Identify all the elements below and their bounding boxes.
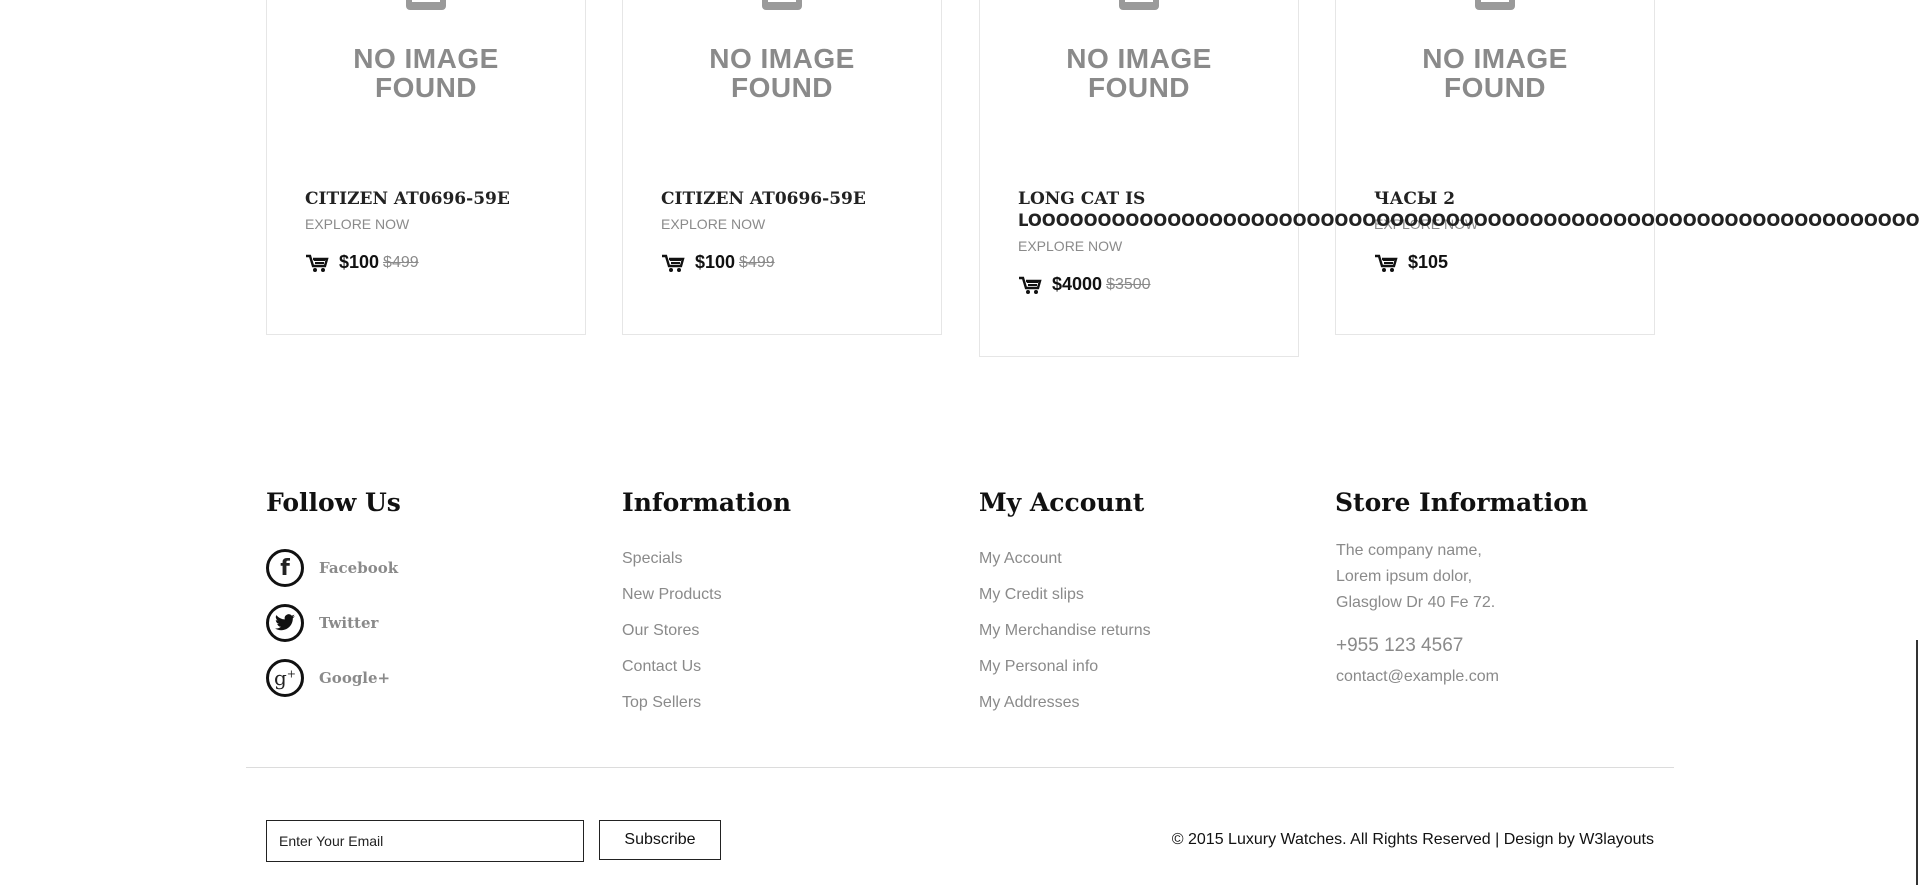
product-card-2[interactable]: NO IMAGE FOUND CITIZEN AT0696-59E EXPLORE… xyxy=(622,0,942,335)
product-title[interactable]: CITIZEN AT0696-59E xyxy=(305,188,510,210)
scrollbar-thumb[interactable] xyxy=(1916,640,1918,885)
store-address-line: Lorem ipsum dolor, xyxy=(1336,568,1473,585)
email-input[interactable] xyxy=(266,820,584,862)
my-account-heading: My Account xyxy=(979,488,1145,517)
price: $100 xyxy=(339,252,380,272)
link-our-stores[interactable]: Our Stores xyxy=(622,622,699,640)
cart-icon[interactable] xyxy=(305,253,329,273)
cart-icon[interactable] xyxy=(1018,275,1042,295)
price-row: $4000 $3500 xyxy=(1018,274,1151,295)
no-image-icon xyxy=(1475,0,1515,10)
social-google-plus[interactable]: g+ Google+ xyxy=(266,659,390,697)
old-price: $3500 xyxy=(1106,275,1151,293)
price: $4000 xyxy=(1052,274,1103,294)
price: $100 xyxy=(695,252,736,272)
google-plus-label: Google+ xyxy=(319,669,391,687)
price: $105 xyxy=(1408,252,1449,272)
old-price: $499 xyxy=(383,253,419,271)
twitter-label: Twitter xyxy=(319,614,379,632)
twitter-icon xyxy=(266,604,304,642)
link-top-sellers[interactable]: Top Sellers xyxy=(622,694,701,712)
no-image-text: NO IMAGE FOUND xyxy=(709,43,855,103)
link-specials[interactable]: Specials xyxy=(622,550,682,568)
no-image-placeholder[interactable]: NO IMAGE FOUND xyxy=(1336,0,1654,130)
facebook-icon: f xyxy=(266,549,304,587)
information-heading: Information xyxy=(622,488,792,517)
link-new-products[interactable]: New Products xyxy=(622,586,722,604)
product-title[interactable]: CITIZEN AT0696-59E xyxy=(661,188,866,210)
cart-icon[interactable] xyxy=(661,253,685,273)
store-phone: +955 123 4567 xyxy=(1336,635,1464,656)
copyright-text: © 2015 Luxury Watches. All Rights Reserv… xyxy=(1171,831,1654,848)
social-facebook[interactable]: f Facebook xyxy=(266,549,398,587)
explore-now-link[interactable]: EXPLORE NOW xyxy=(1018,238,1122,254)
link-personal-info[interactable]: My Personal info xyxy=(979,658,1098,676)
subscribe-button[interactable]: Subscribe xyxy=(599,820,721,860)
link-merchandise-returns[interactable]: My Merchandise returns xyxy=(979,622,1151,640)
follow-us-heading: Follow Us xyxy=(266,488,401,517)
footer-divider xyxy=(246,767,1674,768)
no-image-text: NO IMAGE FOUND xyxy=(1422,43,1568,103)
link-my-credit-slips[interactable]: My Credit slips xyxy=(979,586,1084,604)
no-image-placeholder[interactable]: NO IMAGE FOUND xyxy=(267,0,585,130)
product-card-1[interactable]: NO IMAGE FOUND CITIZEN AT0696-59E EXPLORE… xyxy=(266,0,586,335)
social-twitter[interactable]: Twitter xyxy=(266,604,378,642)
product-card-4[interactable]: NO IMAGE FOUND ЧАСЫ 2 EXPLORE NOW $105 xyxy=(1335,0,1655,335)
price-row: $100 $499 xyxy=(661,252,775,273)
facebook-label: Facebook xyxy=(319,559,399,577)
product-title[interactable]: LONG CAT IS LOOOOOOOOOOOOOOOOOOOOOOOOOOO… xyxy=(1018,188,1919,232)
store-information-heading: Store Information xyxy=(1335,488,1589,517)
price-row: $100 $499 xyxy=(305,252,419,273)
no-image-icon xyxy=(406,0,446,10)
explore-now-link[interactable]: EXPLORE NOW xyxy=(305,216,409,232)
store-email-link[interactable]: contact@example.com xyxy=(1336,668,1499,686)
scrollbar[interactable] xyxy=(1915,0,1919,893)
no-image-text: NO IMAGE FOUND xyxy=(1066,43,1212,103)
product-card-3[interactable]: NO IMAGE FOUND LONG CAT IS LOOOOOOOOOOOOO… xyxy=(979,0,1919,357)
no-image-text: NO IMAGE FOUND xyxy=(353,43,499,103)
explore-now-link[interactable]: EXPLORE NOW xyxy=(661,216,765,232)
store-address-line: Glasglow Dr 40 Fe 72. xyxy=(1336,594,1496,611)
old-price: $499 xyxy=(739,253,775,271)
no-image-placeholder[interactable]: NO IMAGE FOUND xyxy=(980,0,1298,130)
store-address-line: The company name, xyxy=(1336,542,1482,559)
cart-icon[interactable] xyxy=(1374,253,1398,273)
google-plus-icon: g+ xyxy=(266,659,304,697)
link-my-addresses[interactable]: My Addresses xyxy=(979,694,1079,712)
link-my-account[interactable]: My Account xyxy=(979,550,1062,568)
link-contact-us[interactable]: Contact Us xyxy=(622,658,701,676)
no-image-icon xyxy=(1119,0,1159,10)
price-row: $105 xyxy=(1374,252,1448,273)
no-image-icon xyxy=(762,0,802,10)
no-image-placeholder[interactable]: NO IMAGE FOUND xyxy=(623,0,941,130)
